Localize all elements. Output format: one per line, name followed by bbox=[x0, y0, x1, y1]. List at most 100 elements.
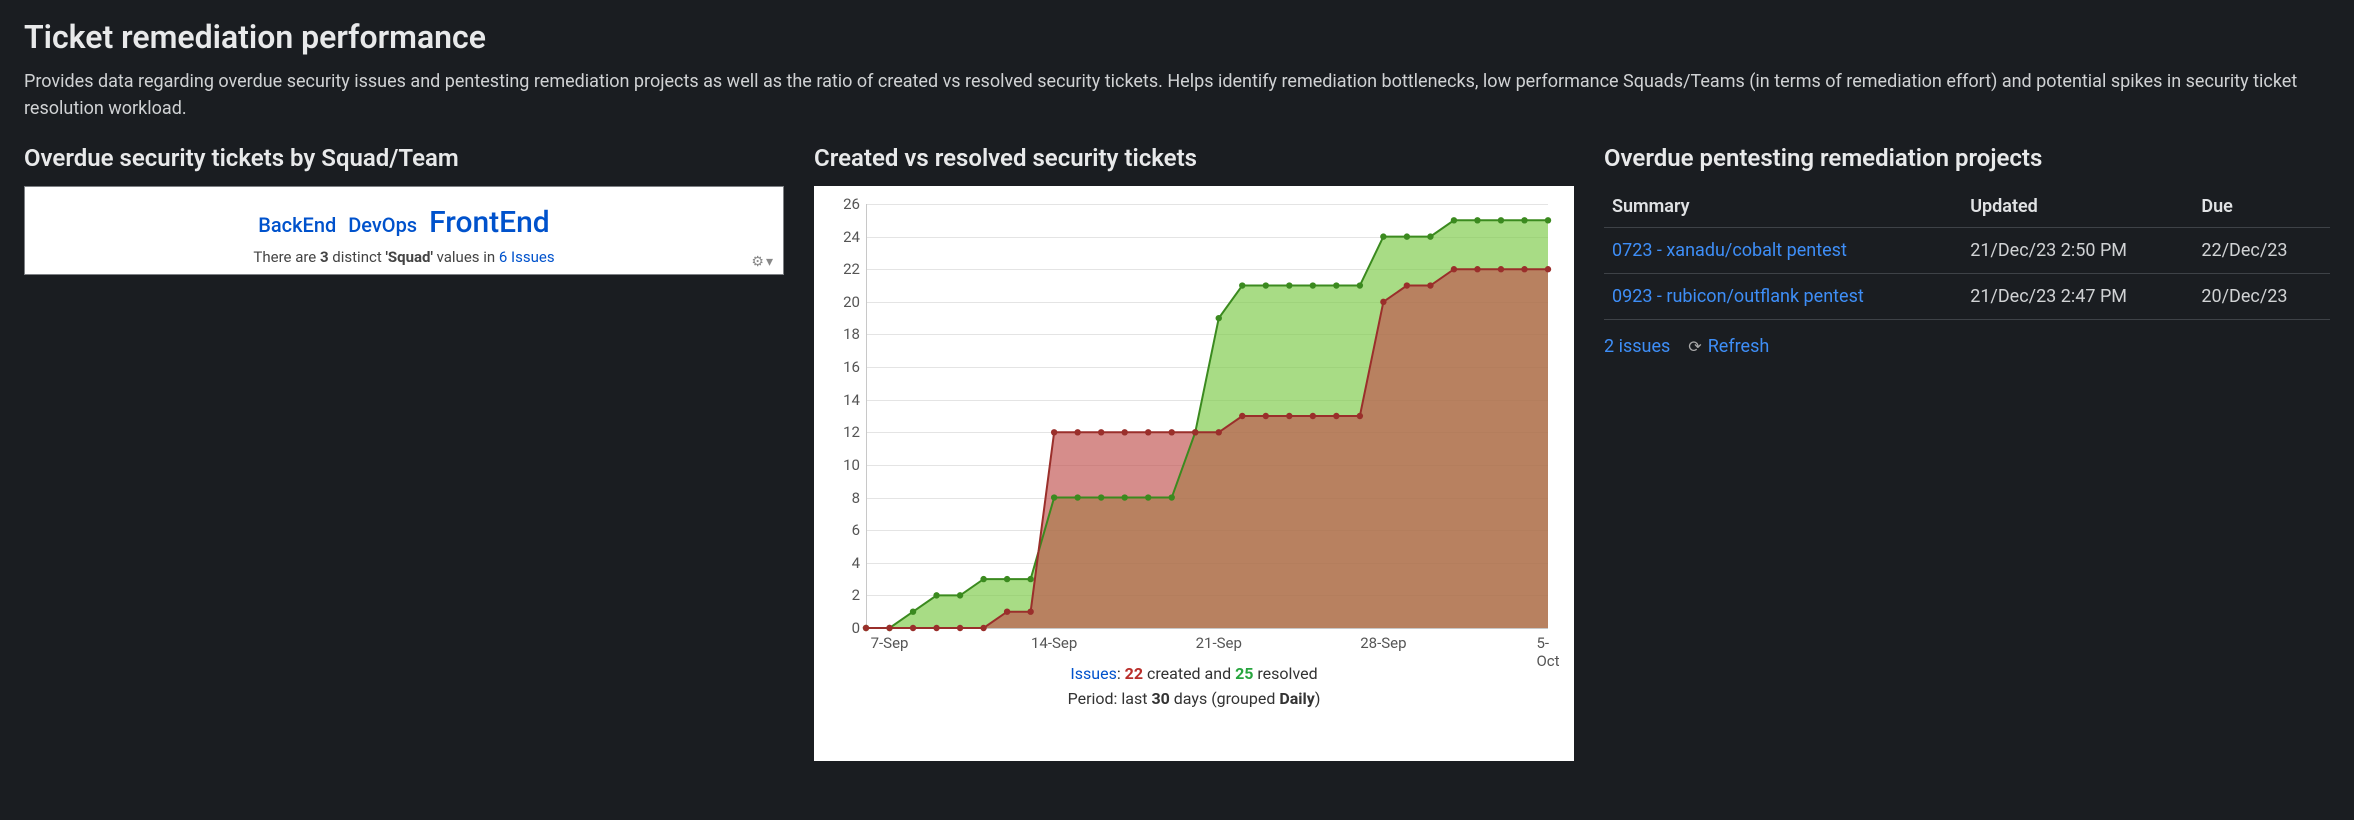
chart-series-point-created[interactable] bbox=[1027, 608, 1033, 614]
chevron-down-icon: ▾ bbox=[766, 254, 773, 270]
chart-series-point-created[interactable] bbox=[863, 625, 869, 631]
chart-series-point-resolved[interactable] bbox=[1427, 233, 1433, 239]
col-summary[interactable]: Summary bbox=[1604, 186, 1962, 228]
chart-series-point-resolved[interactable] bbox=[1216, 315, 1222, 321]
gadget-options-menu[interactable]: ⚙ ▾ bbox=[751, 254, 773, 270]
wordcloud-term[interactable]: FrontEnd bbox=[429, 205, 550, 240]
wc-caption-mid1: distinct bbox=[329, 248, 386, 266]
chart-series-point-resolved[interactable] bbox=[1169, 494, 1175, 500]
chart-period-suffix: ) bbox=[1315, 689, 1321, 708]
cell-summary[interactable]: 0923 - rubicon/outflank pentest bbox=[1604, 274, 1962, 320]
table-header-row: Summary Updated Due bbox=[1604, 186, 2330, 228]
wc-field-name: 'Squad' bbox=[385, 248, 432, 266]
chart-series-point-resolved[interactable] bbox=[933, 592, 939, 598]
chart-resolved-count: 25 bbox=[1235, 664, 1253, 683]
chart-series-point-created[interactable] bbox=[1404, 282, 1410, 288]
chart-series-point-resolved[interactable] bbox=[1521, 217, 1527, 223]
chart-series-point-resolved[interactable] bbox=[957, 592, 963, 598]
chart-series-point-resolved[interactable] bbox=[1027, 576, 1033, 582]
chart-series-point-created[interactable] bbox=[1004, 608, 1010, 614]
pentest-issues-link[interactable]: 2 issues bbox=[1604, 336, 1670, 357]
chart-series-point-resolved[interactable] bbox=[1451, 217, 1457, 223]
wordcloud-term[interactable]: DevOps bbox=[348, 213, 417, 237]
cell-due: 22/Dec/23 bbox=[2193, 228, 2330, 274]
chart-series-point-created[interactable] bbox=[886, 625, 892, 631]
table-row: 0723 - xanadu/cobalt pentest21/Dec/23 2:… bbox=[1604, 228, 2330, 274]
panels-row: Overdue security tickets by Squad/Team B… bbox=[24, 144, 2330, 761]
chart-series-point-resolved[interactable] bbox=[1310, 282, 1316, 288]
chart-series-point-created[interactable] bbox=[1380, 299, 1386, 305]
chart-series-point-resolved[interactable] bbox=[1145, 494, 1151, 500]
chart-series-point-created[interactable] bbox=[1498, 266, 1504, 272]
chart-series-point-created[interactable] bbox=[957, 625, 963, 631]
chart-legend-period: Period: last 30 days (grouped Daily) bbox=[826, 689, 1562, 708]
chart-series-point-created[interactable] bbox=[1451, 266, 1457, 272]
chart-series-point-resolved[interactable] bbox=[1239, 282, 1245, 288]
chart-period-days: 30 bbox=[1151, 689, 1169, 708]
chart-series-point-created[interactable] bbox=[1286, 413, 1292, 419]
chart-series-point-resolved[interactable] bbox=[1404, 233, 1410, 239]
wc-issues-link[interactable]: 6 Issues bbox=[499, 248, 555, 266]
panel-overdue-squad: Overdue security tickets by Squad/Team B… bbox=[24, 144, 784, 761]
chart-series-point-created[interactable] bbox=[980, 625, 986, 631]
chart-series-point-resolved[interactable] bbox=[1333, 282, 1339, 288]
chart-series-point-created[interactable] bbox=[1169, 429, 1175, 435]
chart-series-point-resolved[interactable] bbox=[1474, 217, 1480, 223]
chart-series-point-resolved[interactable] bbox=[1004, 576, 1010, 582]
chart-series-point-created[interactable] bbox=[933, 625, 939, 631]
wordcloud-gadget: BackEnd DevOps FrontEnd There are 3 dist… bbox=[24, 186, 784, 275]
chart-series-point-created[interactable] bbox=[1145, 429, 1151, 435]
chart-series-point-created[interactable] bbox=[1216, 429, 1222, 435]
panel-created-vs-resolved: Created vs resolved security tickets 024… bbox=[814, 144, 1574, 761]
chart-series-point-created[interactable] bbox=[1545, 266, 1551, 272]
chart-svg bbox=[826, 196, 1562, 656]
panel-title-pentest: Overdue pentesting remediation projects bbox=[1604, 144, 2330, 172]
chart-series-point-created[interactable] bbox=[1357, 413, 1363, 419]
chart-series-point-created[interactable] bbox=[1427, 282, 1433, 288]
chart-series-point-created[interactable] bbox=[910, 625, 916, 631]
chart-series-point-created[interactable] bbox=[1521, 266, 1527, 272]
chart-created-count: 22 bbox=[1125, 664, 1143, 683]
gear-icon: ⚙ bbox=[751, 254, 764, 270]
chart-series-point-created[interactable] bbox=[1310, 413, 1316, 419]
chart-series-point-resolved[interactable] bbox=[1098, 494, 1104, 500]
chart-issues-link[interactable]: Issues bbox=[1070, 664, 1116, 683]
chart-series-point-resolved[interactable] bbox=[1380, 233, 1386, 239]
chart-series-point-created[interactable] bbox=[1239, 413, 1245, 419]
chart-series-point-resolved[interactable] bbox=[1357, 282, 1363, 288]
chart-series-point-resolved[interactable] bbox=[980, 576, 986, 582]
chart-series-point-resolved[interactable] bbox=[1263, 282, 1269, 288]
chart-series-point-resolved[interactable] bbox=[1498, 217, 1504, 223]
wc-distinct-count: 3 bbox=[320, 248, 329, 266]
chart-series-area-created bbox=[866, 269, 1548, 628]
col-updated[interactable]: Updated bbox=[1962, 186, 2193, 228]
refresh-icon: ⟳ bbox=[1688, 337, 1701, 356]
chart-series-point-resolved[interactable] bbox=[1286, 282, 1292, 288]
chart-legend-counts: Issues: 22 created and 25 resolved bbox=[826, 664, 1562, 683]
chart-series-point-created[interactable] bbox=[1098, 429, 1104, 435]
chart-series-point-created[interactable] bbox=[1051, 429, 1057, 435]
wordcloud-term[interactable]: BackEnd bbox=[258, 213, 336, 237]
cell-summary[interactable]: 0723 - xanadu/cobalt pentest bbox=[1604, 228, 1962, 274]
chart-period-group: Daily bbox=[1279, 689, 1314, 708]
wc-caption-mid2: values in bbox=[433, 248, 499, 266]
wordcloud-caption: There are 3 distinct 'Squad' values in 6… bbox=[41, 248, 767, 266]
chart-series-point-resolved[interactable] bbox=[1074, 494, 1080, 500]
chart-series-point-resolved[interactable] bbox=[1121, 494, 1127, 500]
table-row: 0923 - rubicon/outflank pentest21/Dec/23… bbox=[1604, 274, 2330, 320]
chart-series-point-resolved[interactable] bbox=[910, 608, 916, 614]
cell-updated: 21/Dec/23 2:47 PM bbox=[1962, 274, 2193, 320]
chart-series-point-resolved[interactable] bbox=[1545, 217, 1551, 223]
chart-legend-sep: : bbox=[1117, 664, 1125, 683]
col-due[interactable]: Due bbox=[2193, 186, 2330, 228]
chart-series-point-created[interactable] bbox=[1474, 266, 1480, 272]
chart-series-point-created[interactable] bbox=[1074, 429, 1080, 435]
page-description: Provides data regarding overdue security… bbox=[24, 68, 2324, 122]
refresh-button[interactable]: ⟳ Refresh bbox=[1688, 336, 1769, 357]
chart-series-point-created[interactable] bbox=[1192, 429, 1198, 435]
chart-series-point-created[interactable] bbox=[1121, 429, 1127, 435]
chart-series-point-created[interactable] bbox=[1333, 413, 1339, 419]
chart-series-point-created[interactable] bbox=[1263, 413, 1269, 419]
cell-due: 20/Dec/23 bbox=[2193, 274, 2330, 320]
chart-series-point-resolved[interactable] bbox=[1051, 494, 1057, 500]
